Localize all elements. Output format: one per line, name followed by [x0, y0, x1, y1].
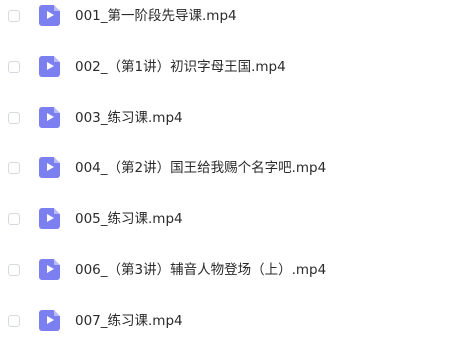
- file-name[interactable]: 001_第一阶段先导课.mp4: [75, 6, 237, 26]
- video-file-icon: [39, 309, 60, 331]
- video-file-icon: [39, 208, 60, 230]
- row-checkbox[interactable]: [8, 263, 20, 276]
- row-checkbox[interactable]: [8, 111, 20, 124]
- video-file-icon: [39, 55, 60, 77]
- file-name[interactable]: 003_练习课.mp4: [75, 108, 183, 128]
- video-file-icon: [39, 258, 60, 280]
- row-checkbox[interactable]: [8, 314, 20, 327]
- file-name[interactable]: 006_（第3讲）辅音人物登场（上）.mp4: [75, 260, 326, 280]
- file-name[interactable]: 007_练习课.mp4: [75, 311, 183, 331]
- video-file-icon: [39, 5, 60, 26]
- file-row-003[interactable]: 003_练习课.mp4: [0, 95, 465, 146]
- file-row-006[interactable]: 006_（第3讲）辅音人物登场（上）.mp4: [0, 247, 465, 298]
- video-file-icon: [39, 157, 60, 179]
- file-row-004[interactable]: 004_（第2讲）国王给我赐个名字吧.mp4: [0, 145, 465, 196]
- file-list: 001_第一阶段先导课.mp4 002_（第1讲）初识字母王国.mp4 003_…: [0, 0, 465, 349]
- file-row-007[interactable]: 007_练习课.mp4: [0, 298, 465, 349]
- file-row-001[interactable]: 001_第一阶段先导课.mp4: [0, 0, 465, 44]
- video-file-icon: [39, 106, 60, 128]
- file-name[interactable]: 004_（第2讲）国王给我赐个名字吧.mp4: [75, 158, 326, 178]
- file-row-002[interactable]: 002_（第1讲）初识字母王国.mp4: [0, 44, 465, 95]
- file-row-005[interactable]: 005_练习课.mp4: [0, 196, 465, 247]
- row-checkbox[interactable]: [8, 213, 20, 226]
- file-name[interactable]: 005_练习课.mp4: [75, 209, 183, 229]
- row-checkbox[interactable]: [8, 162, 20, 175]
- row-checkbox[interactable]: [8, 10, 20, 22]
- row-checkbox[interactable]: [8, 60, 20, 73]
- file-name[interactable]: 002_（第1讲）初识字母王国.mp4: [75, 57, 286, 77]
